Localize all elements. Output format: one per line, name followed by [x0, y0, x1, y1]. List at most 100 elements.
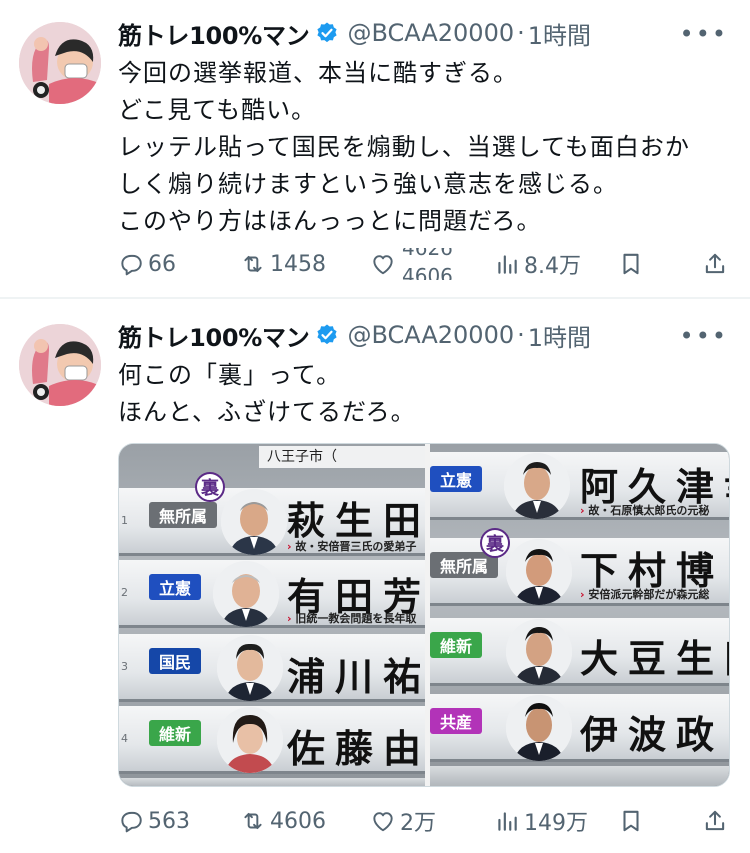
- candidate-note: › 安倍派元幹部だが森元総: [580, 588, 710, 601]
- repost-count: 1458: [270, 251, 326, 277]
- locale-label: 八王子市（: [259, 446, 425, 468]
- candidate-name: 萩生田光: [287, 498, 425, 543]
- like-button[interactable]: 4626 4606: [370, 248, 460, 280]
- candidate-row: 立憲 阿久津幸 › 故・石原慎太郎氏の元秘: [430, 452, 729, 520]
- share-button[interactable]: [702, 805, 732, 837]
- avatar[interactable]: [19, 22, 101, 104]
- candidate-note: › 旧統一教会問題を長年取: [287, 612, 417, 625]
- tweet-line: 今回の選挙報道、本当に酷すぎる。: [118, 59, 518, 87]
- more-options-icon[interactable]: •••: [680, 322, 728, 350]
- party-badge: 無所属: [149, 502, 218, 528]
- candidate-name: 佐藤由: [287, 726, 425, 771]
- view-count: 8.4万: [524, 254, 581, 279]
- candidate-row: 維新 大豆生田: [430, 618, 729, 686]
- screen-bottom: [430, 766, 729, 786]
- tweet-line: ほんと、ふざけてるだろ。: [118, 398, 416, 426]
- candidate-name: 大豆生田: [580, 636, 729, 681]
- candidate-name: 伊波政: [580, 712, 725, 757]
- rank-number: 1: [121, 514, 128, 527]
- candidate-row: 3 国民 浦川祐: [119, 634, 425, 702]
- tweet-line: このやり方はほんっっとに問題だろ。: [118, 207, 542, 235]
- candidate-portrait: [506, 539, 572, 605]
- party-badge: 立憲: [430, 466, 483, 492]
- reply-button[interactable]: 66: [118, 248, 176, 280]
- rank-number: 2: [121, 586, 128, 599]
- candidate-portrait: [217, 707, 283, 773]
- repost-icon: [244, 812, 262, 830]
- like-count-old: 4626: [402, 248, 453, 260]
- timestamp[interactable]: 1時間: [528, 318, 591, 353]
- views-chart-icon: [498, 812, 517, 831]
- bookmark-button[interactable]: [618, 248, 648, 280]
- ura-mark: 裏: [195, 472, 225, 502]
- ura-mark: 裏: [480, 528, 510, 558]
- timestamp[interactable]: 1時間: [528, 16, 591, 51]
- candidate-portrait: [213, 561, 279, 627]
- candidate-row: 1 無所属 裏 萩生田光 › 故・安倍晋三氏の愛弟子: [119, 472, 425, 556]
- candidate-portrait: [506, 695, 572, 761]
- more-options-icon[interactable]: •••: [680, 20, 728, 48]
- party-badge: 立憲: [149, 574, 202, 600]
- party-badge: 共産: [430, 708, 483, 734]
- reply-button[interactable]: 563: [118, 805, 190, 837]
- like-button[interactable]: 2万: [370, 805, 436, 837]
- author-handle[interactable]: @BCAA20000: [347, 321, 514, 349]
- verified-badge-icon: [315, 21, 339, 45]
- repost-button[interactable]: 1458: [240, 248, 326, 280]
- candidate-note: › 故・安倍晋三氏の愛弟子: [287, 540, 417, 553]
- candidate-portrait: [504, 453, 570, 519]
- heart-icon: [373, 812, 393, 832]
- tweet-2[interactable]: 筋トレ100%マン @BCAA20000 · 1時間 ••• 何この「裏」って。…: [0, 300, 750, 853]
- rank-number: 4: [121, 732, 128, 745]
- tweet-line: どこ見ても酷い。: [118, 96, 317, 124]
- bookmark-icon: [623, 810, 639, 832]
- share-icon: [705, 253, 725, 274]
- tweet-media[interactable]: 八王子市（ 1 無所属 裏 萩生田光 › 故・安倍晋三氏の愛弟子 2 立憲 有田…: [118, 443, 730, 787]
- bookmark-button[interactable]: [618, 805, 648, 837]
- candidate-note: › 故・石原慎太郎氏の元秘: [580, 504, 710, 517]
- reply-count: 66: [148, 251, 176, 277]
- tweet-text: 今回の選挙報道、本当に酷すぎる。 どこ見ても酷い。 レッテル貼って国民を煽動し、…: [118, 55, 728, 240]
- tweet-divider: [0, 297, 750, 299]
- author-handle[interactable]: @BCAA20000: [347, 19, 514, 47]
- action-bar: 563 4606 2万 149万: [118, 805, 730, 837]
- like-count: 2万: [400, 811, 436, 836]
- media-image-left[interactable]: 八王子市（ 1 無所属 裏 萩生田光 › 故・安倍晋三氏の愛弟子 2 立憲 有田…: [119, 444, 425, 786]
- heart-icon: [373, 255, 393, 275]
- view-count: 149万: [524, 811, 588, 836]
- tweet-line: しく煽り続けますという強い意志を感じる。: [118, 170, 618, 198]
- reply-icon: [121, 254, 142, 276]
- like-count-new: 4606: [402, 264, 453, 280]
- media-image-right[interactable]: 立憲 阿久津幸 › 故・石原慎太郎氏の元秘 無所属 裏 下村博 › 安倍派元幹部…: [430, 444, 729, 786]
- avatar-image-icon: [19, 324, 101, 406]
- tweet-text: 何この「裏」って。 ほんと、ふざけてるだろ。: [118, 357, 728, 431]
- author-name[interactable]: 筋トレ100%マン: [118, 318, 310, 353]
- bookmark-icon: [623, 253, 639, 275]
- action-bar: 66 1458 4626 4606 8.4万: [118, 248, 730, 280]
- screen-bottom: [119, 778, 425, 786]
- candidate-row: 4 維新 佐藤由: [119, 706, 425, 774]
- share-button[interactable]: [702, 248, 732, 280]
- repost-icon: [244, 255, 262, 273]
- tweet-header: 筋トレ100%マン @BCAA20000 · 1時間: [118, 317, 591, 353]
- candidate-row: 共産 伊波政: [430, 694, 729, 762]
- rank-number: 3: [121, 660, 128, 673]
- views-button[interactable]: 149万: [494, 805, 588, 837]
- separator-dot: ·: [517, 321, 525, 349]
- party-badge: 国民: [149, 648, 202, 674]
- views-button[interactable]: 8.4万: [494, 248, 581, 280]
- separator-dot: ·: [517, 19, 525, 47]
- tweet-1[interactable]: 筋トレ100%マン @BCAA20000 · 1時間 ••• 今回の選挙報道、本…: [0, 0, 750, 297]
- author-name[interactable]: 筋トレ100%マン: [118, 16, 310, 51]
- tweet-line: 何この「裏」って。: [118, 361, 342, 389]
- avatar[interactable]: [19, 324, 101, 406]
- party-badge: 維新: [430, 632, 483, 658]
- tweet-line: レッテル貼って国民を煽動し、当選しても面白おか: [118, 133, 690, 161]
- candidate-name: 浦川祐: [287, 654, 425, 699]
- share-icon: [705, 810, 725, 831]
- repost-button[interactable]: 4606: [240, 805, 326, 837]
- avatar-image-icon: [19, 22, 101, 104]
- verified-badge-icon: [315, 323, 339, 347]
- candidate-portrait: [221, 489, 287, 555]
- candidate-row: 無所属 裏 下村博 › 安倍派元幹部だが森元総: [430, 528, 729, 606]
